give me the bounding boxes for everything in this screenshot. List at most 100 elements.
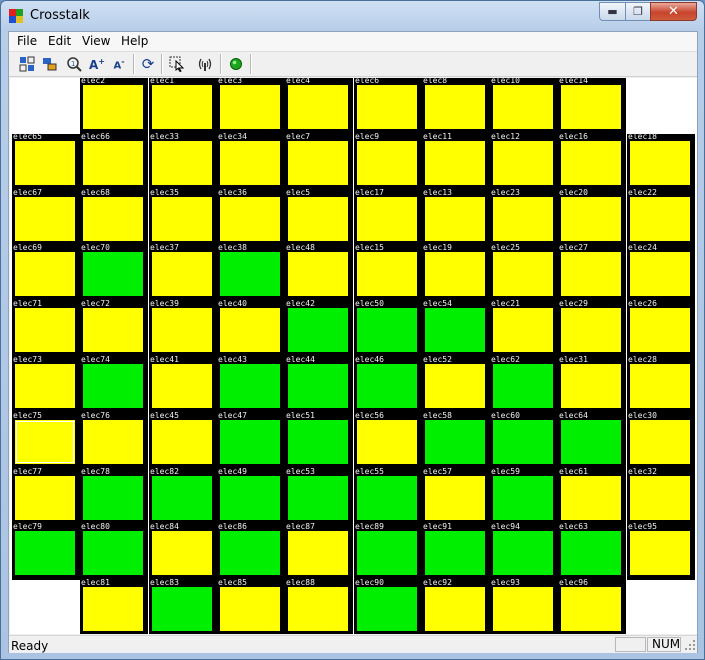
electrode-cell-elec73[interactable]: elec73 (12, 355, 80, 413)
electrode-cell-elec5[interactable]: elec5 (285, 188, 353, 246)
electrode-cell-elec67[interactable]: elec67 (12, 188, 80, 246)
electrode-cell-elec64[interactable]: elec64 (558, 411, 626, 469)
electrode-cell-elec89[interactable]: elec89 (354, 522, 422, 580)
electrode-cell-elec93[interactable]: elec93 (490, 578, 558, 634)
electrode-cell-elec3[interactable]: elec3 (217, 78, 285, 134)
electrode-cell-elec38[interactable]: elec38 (217, 243, 285, 301)
electrode-cell-elec59[interactable]: elec59 (490, 467, 558, 525)
electrode-cell-elec77[interactable]: elec77 (12, 467, 80, 525)
electrode-cell-elec80[interactable]: elec80 (80, 522, 148, 580)
font-decrease-button[interactable]: A- (108, 54, 130, 74)
electrode-cell-elec61[interactable]: elec61 (558, 467, 626, 525)
signal-button[interactable] (194, 54, 216, 74)
minimize-button[interactable]: ▬ (599, 2, 626, 21)
electrode-cell-elec71[interactable]: elec71 (12, 299, 80, 357)
electrode-cell-elec43[interactable]: elec43 (217, 355, 285, 413)
electrode-cell-elec19[interactable]: elec19 (422, 243, 490, 301)
electrode-cell-elec81[interactable]: elec81 (80, 578, 148, 634)
electrode-cell-elec10[interactable]: elec10 (490, 78, 558, 134)
electrode-cell-elec62[interactable]: elec62 (490, 355, 558, 413)
electrode-cell-elec65[interactable]: elec65 (12, 132, 80, 190)
menu-view[interactable]: View (79, 34, 113, 48)
electrode-cell-elec11[interactable]: elec11 (422, 132, 490, 190)
run-button[interactable] (225, 54, 247, 74)
electrode-cell-elec96[interactable]: elec96 (558, 578, 626, 634)
electrode-cell-elec44[interactable]: elec44 (285, 355, 353, 413)
electrode-cell-elec4[interactable]: elec4 (285, 78, 353, 134)
electrode-cell-elec56[interactable]: elec56 (354, 411, 422, 469)
electrode-cell-elec53[interactable]: elec53 (285, 467, 353, 525)
select-button[interactable] (166, 54, 188, 74)
electrode-cell-elec15[interactable]: elec15 (354, 243, 422, 301)
electrode-cell-elec6[interactable]: elec6 (354, 78, 422, 134)
electrode-cell-elec18[interactable]: elec18 (627, 132, 695, 190)
electrode-cell-elec47[interactable]: elec47 (217, 411, 285, 469)
electrode-cell-elec36[interactable]: elec36 (217, 188, 285, 246)
electrode-cell-elec29[interactable]: elec29 (558, 299, 626, 357)
title-bar[interactable]: Crosstalk ▬ ❐ ✕ (1, 1, 704, 31)
electrode-cell-elec20[interactable]: elec20 (558, 188, 626, 246)
electrode-cell-elec13[interactable]: elec13 (422, 188, 490, 246)
electrode-cell-elec57[interactable]: elec57 (422, 467, 490, 525)
electrode-cell-elec51[interactable]: elec51 (285, 411, 353, 469)
electrode-cell-elec95[interactable]: elec95 (627, 522, 695, 580)
electrode-cell-elec52[interactable]: elec52 (422, 355, 490, 413)
electrode-cell-elec72[interactable]: elec72 (80, 299, 148, 357)
electrode-cell-elec82[interactable]: elec82 (149, 467, 217, 525)
electrode-cell-elec14[interactable]: elec14 (558, 78, 626, 134)
menu-help[interactable]: Help (118, 34, 151, 48)
electrode-cell-elec45[interactable]: elec45 (149, 411, 217, 469)
electrode-cell-elec42[interactable]: elec42 (285, 299, 353, 357)
electrode-cell-elec48[interactable]: elec48 (285, 243, 353, 301)
electrode-cell-elec50[interactable]: elec50 (354, 299, 422, 357)
refresh-button[interactable]: ⟳ (137, 54, 159, 74)
electrode-cell-elec92[interactable]: elec92 (422, 578, 490, 634)
electrode-cell-elec12[interactable]: elec12 (490, 132, 558, 190)
electrode-cell-elec25[interactable]: elec25 (490, 243, 558, 301)
electrode-cell-elec88[interactable]: elec88 (285, 578, 353, 634)
electrode-cell-elec60[interactable]: elec60 (490, 411, 558, 469)
electrode-cell-elec70[interactable]: elec70 (80, 243, 148, 301)
electrode-cell-elec32[interactable]: elec32 (627, 467, 695, 525)
close-button[interactable]: ✕ (650, 2, 697, 21)
electrode-cell-elec37[interactable]: elec37 (149, 243, 217, 301)
electrode-cell-elec26[interactable]: elec26 (627, 299, 695, 357)
electrode-cell-elec41[interactable]: elec41 (149, 355, 217, 413)
electrode-cell-elec2[interactable]: elec2 (80, 78, 148, 134)
electrode-cell-elec94[interactable]: elec94 (490, 522, 558, 580)
electrode-cell-elec24[interactable]: elec24 (627, 243, 695, 301)
electrode-cell-elec28[interactable]: elec28 (627, 355, 695, 413)
electrode-cell-elec30[interactable]: elec30 (627, 411, 695, 469)
electrode-cell-elec34[interactable]: elec34 (217, 132, 285, 190)
electrode-cell-elec54[interactable]: elec54 (422, 299, 490, 357)
resize-grip-icon[interactable] (684, 639, 696, 651)
electrode-cell-elec90[interactable]: elec90 (354, 578, 422, 634)
electrode-cell-elec7[interactable]: elec7 (285, 132, 353, 190)
electrode-cell-elec63[interactable]: elec63 (558, 522, 626, 580)
electrode-cell-elec75[interactable]: elec75 (12, 411, 80, 469)
electrode-cell-elec66[interactable]: elec66 (80, 132, 148, 190)
electrode-cell-elec74[interactable]: elec74 (80, 355, 148, 413)
electrode-cell-elec91[interactable]: elec91 (422, 522, 490, 580)
font-increase-button[interactable]: A+ (86, 54, 108, 74)
layout-button[interactable] (16, 54, 38, 74)
electrode-cell-elec27[interactable]: elec27 (558, 243, 626, 301)
electrode-cell-elec49[interactable]: elec49 (217, 467, 285, 525)
electrode-cell-elec8[interactable]: elec8 (422, 78, 490, 134)
electrode-cell-elec39[interactable]: elec39 (149, 299, 217, 357)
arrange-button[interactable] (39, 54, 61, 74)
electrode-cell-elec1[interactable]: elec1 (149, 78, 217, 134)
electrode-cell-elec9[interactable]: elec9 (354, 132, 422, 190)
electrode-cell-elec69[interactable]: elec69 (12, 243, 80, 301)
electrode-cell-elec21[interactable]: elec21 (490, 299, 558, 357)
electrode-cell-elec68[interactable]: elec68 (80, 188, 148, 246)
menu-edit[interactable]: Edit (45, 34, 74, 48)
electrode-cell-elec86[interactable]: elec86 (217, 522, 285, 580)
electrode-cell-elec78[interactable]: elec78 (80, 467, 148, 525)
electrode-cell-elec76[interactable]: elec76 (80, 411, 148, 469)
electrode-cell-elec55[interactable]: elec55 (354, 467, 422, 525)
electrode-cell-elec33[interactable]: elec33 (149, 132, 217, 190)
electrode-cell-elec16[interactable]: elec16 (558, 132, 626, 190)
electrode-cell-elec83[interactable]: elec83 (149, 578, 217, 634)
electrode-cell-elec84[interactable]: elec84 (149, 522, 217, 580)
